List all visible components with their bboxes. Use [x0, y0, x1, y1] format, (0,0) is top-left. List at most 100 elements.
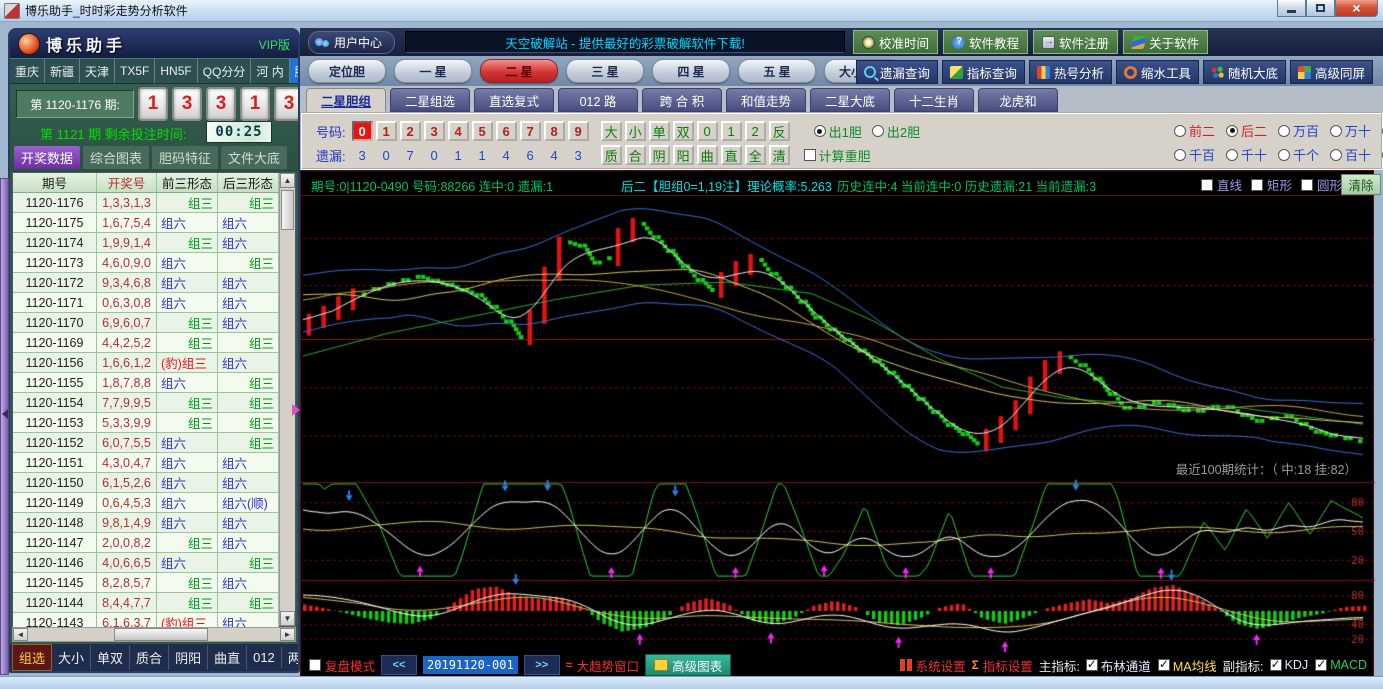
nav-button[interactable]: 校准时间 — [853, 30, 938, 54]
left-view-tab[interactable]: 开奖数据 — [14, 146, 80, 169]
number-button[interactable]: 0 — [352, 121, 373, 141]
table-row[interactable]: 1120-1144 8,4,4,7,7 组三 组三 — [13, 593, 279, 613]
number-button[interactable]: 8 — [544, 121, 565, 141]
sub-tab[interactable]: 012 路 — [558, 88, 638, 112]
star-tab[interactable]: 二 星 — [480, 59, 558, 83]
table-row[interactable]: 1120-1145 8,2,8,5,7 组三 组六 — [13, 573, 279, 593]
table-row[interactable]: 1120-1146 4,0,6,6,5 组六 组三 — [13, 553, 279, 573]
attribute-button[interactable]: 2 — [745, 121, 766, 141]
left-view-tab[interactable]: 文件大底 — [221, 146, 287, 169]
attribute-button[interactable]: 质 — [601, 145, 622, 165]
table-row[interactable]: 1120-1176 1,3,3,1,3 组三 组三 — [13, 193, 279, 213]
position-radio[interactable]: 万十 — [1330, 121, 1372, 140]
duplicate-dan-checkbox[interactable]: 计算重胆 — [804, 146, 871, 165]
table-row[interactable]: 1120-1150 6,1,5,2,6 组六 组六 — [13, 473, 279, 493]
indicator-toggle[interactable]: MACD — [1315, 658, 1367, 672]
tool-button[interactable]: 缩水工具 — [1116, 60, 1199, 84]
sub-tab[interactable]: 二星大底 — [810, 88, 890, 112]
nav-button[interactable]: 软件注册 — [1033, 30, 1118, 54]
form-filter-tab[interactable]: 曲直 — [208, 645, 247, 670]
attribute-button[interactable]: 单 — [649, 121, 670, 141]
table-row[interactable]: 1120-1169 4,4,2,5,2 组三 组三 — [13, 333, 279, 353]
left-collapse-strip[interactable] — [0, 178, 9, 675]
number-button[interactable]: 7 — [520, 121, 541, 141]
col-period[interactable]: 期号 — [13, 173, 97, 192]
dan-radio[interactable]: 出2胆 — [872, 122, 920, 141]
table-row[interactable]: 1120-1173 4,6,0,9,0 组六 组三 — [13, 253, 279, 273]
table-row[interactable]: 1120-1174 1,9,9,1,4 组三 组六 — [13, 233, 279, 253]
close-button[interactable] — [1335, 0, 1378, 17]
indicator-toggle[interactable]: MA均线 — [1158, 656, 1217, 675]
table-row[interactable]: 1120-1154 7,7,9,9,5 组三 组三 — [13, 393, 279, 413]
clear-button[interactable]: 清除 — [1341, 174, 1381, 195]
sub-tab[interactable]: 跨 合 积 — [642, 88, 722, 112]
advanced-chart-button[interactable]: 高级图表 — [645, 654, 731, 676]
number-button[interactable]: 9 — [568, 121, 589, 141]
hscroll-thumb[interactable] — [114, 628, 208, 641]
number-button[interactable]: 4 — [448, 121, 469, 141]
table-row[interactable]: 1120-1148 9,8,1,4,9 组六 组六 — [13, 513, 279, 533]
number-button[interactable]: 5 — [472, 121, 493, 141]
form-filter-tab[interactable]: 组选 — [12, 644, 52, 671]
table-row[interactable]: 1120-1151 4,3,0,4,7 组六 组六 — [13, 453, 279, 473]
position-radio[interactable]: 百十 — [1330, 145, 1372, 164]
star-tab[interactable]: 一 星 — [394, 59, 472, 83]
draw-line-checkbox[interactable]: 直线 — [1201, 175, 1242, 194]
next-period-button[interactable]: >> — [524, 655, 560, 675]
attribute-button[interactable]: 1 — [721, 121, 742, 141]
draw-rect-checkbox[interactable]: 矩形 — [1251, 175, 1292, 194]
scroll-right-arrow[interactable]: ► — [280, 628, 295, 641]
attribute-button[interactable]: 清 — [769, 145, 790, 165]
lottery-tab[interactable]: 天津 — [80, 59, 115, 83]
attribute-button[interactable]: 合 — [625, 145, 646, 165]
number-button[interactable]: 1 — [376, 121, 397, 141]
table-row[interactable]: 1120-1171 0,6,3,0,8 组六 组六 — [13, 293, 279, 313]
star-tab[interactable]: 三 星 — [566, 59, 644, 83]
form-filter-tab[interactable]: 单双 — [91, 645, 130, 670]
table-horizontal-scrollbar[interactable]: ◄ ► — [12, 627, 296, 642]
number-button[interactable]: 3 — [424, 121, 445, 141]
table-row[interactable]: 1120-1175 1,6,7,5,4 组六 组六 — [13, 213, 279, 233]
tool-button[interactable]: 指标查询 — [942, 60, 1025, 84]
form-filter-tab[interactable]: 012 — [247, 647, 282, 668]
lottery-tab[interactable]: TX5F — [115, 59, 155, 83]
table-row[interactable]: 1120-1172 9,3,4,6,8 组六 组六 — [13, 273, 279, 293]
dan-radio[interactable]: 出1胆 — [814, 122, 862, 141]
number-button[interactable]: 6 — [496, 121, 517, 141]
attribute-button[interactable]: 反 — [769, 121, 790, 141]
trend-window-button[interactable]: 大趋势窗口 — [566, 656, 639, 675]
table-row[interactable]: 1120-1155 1,8,7,8,8 组六 组三 — [13, 373, 279, 393]
indicator-toggle[interactable]: KDJ — [1270, 658, 1309, 672]
sub-tab[interactable]: 直选复式 — [474, 88, 554, 112]
attribute-button[interactable]: 双 — [673, 121, 694, 141]
candlestick-chart-canvas[interactable] — [301, 197, 1375, 653]
attribute-button[interactable]: 全 — [745, 145, 766, 165]
announcement-marquee[interactable]: 天空破解站 - 提供最好的彩票破解软件下载! — [405, 31, 845, 53]
expand-right-icon[interactable] — [292, 404, 300, 416]
col-back-form[interactable]: 后三形态 — [218, 173, 279, 192]
sub-tab[interactable]: 十二生肖 — [894, 88, 974, 112]
col-numbers[interactable]: 开奖号 — [97, 173, 157, 192]
minimize-button[interactable] — [1277, 0, 1306, 17]
system-settings-button[interactable]: 系统设置 — [900, 656, 966, 675]
indicator-settings-button[interactable]: 指标设置 — [972, 656, 1033, 675]
col-front-form[interactable]: 前三形态 — [157, 173, 218, 192]
scroll-thumb[interactable] — [281, 190, 294, 230]
star-tab[interactable]: 定位胆 — [308, 59, 386, 83]
position-radio[interactable]: 前二 — [1174, 121, 1216, 140]
attribute-button[interactable]: 小 — [625, 121, 646, 141]
attribute-button[interactable]: 直 — [721, 145, 742, 165]
maximize-button[interactable] — [1306, 0, 1335, 17]
sub-tab[interactable]: 和值走势 — [726, 88, 806, 112]
lottery-tab[interactable]: 新疆 — [45, 59, 80, 83]
position-radio[interactable]: 千个 — [1278, 145, 1320, 164]
prev-period-button[interactable]: << — [381, 655, 417, 675]
sub-tab[interactable]: 二星组选 — [390, 88, 470, 112]
left-view-tab[interactable]: 综合图表 — [83, 146, 149, 169]
tool-button[interactable]: 随机大底 — [1203, 60, 1286, 84]
left-view-tab[interactable]: 胆码特征 — [152, 146, 218, 169]
table-row[interactable]: 1120-1147 2,0,0,8,2 组三 组六 — [13, 533, 279, 553]
form-filter-tab[interactable]: 两合 — [282, 645, 300, 670]
attribute-button[interactable]: 曲 — [697, 145, 718, 165]
attribute-button[interactable]: 0 — [697, 121, 718, 141]
